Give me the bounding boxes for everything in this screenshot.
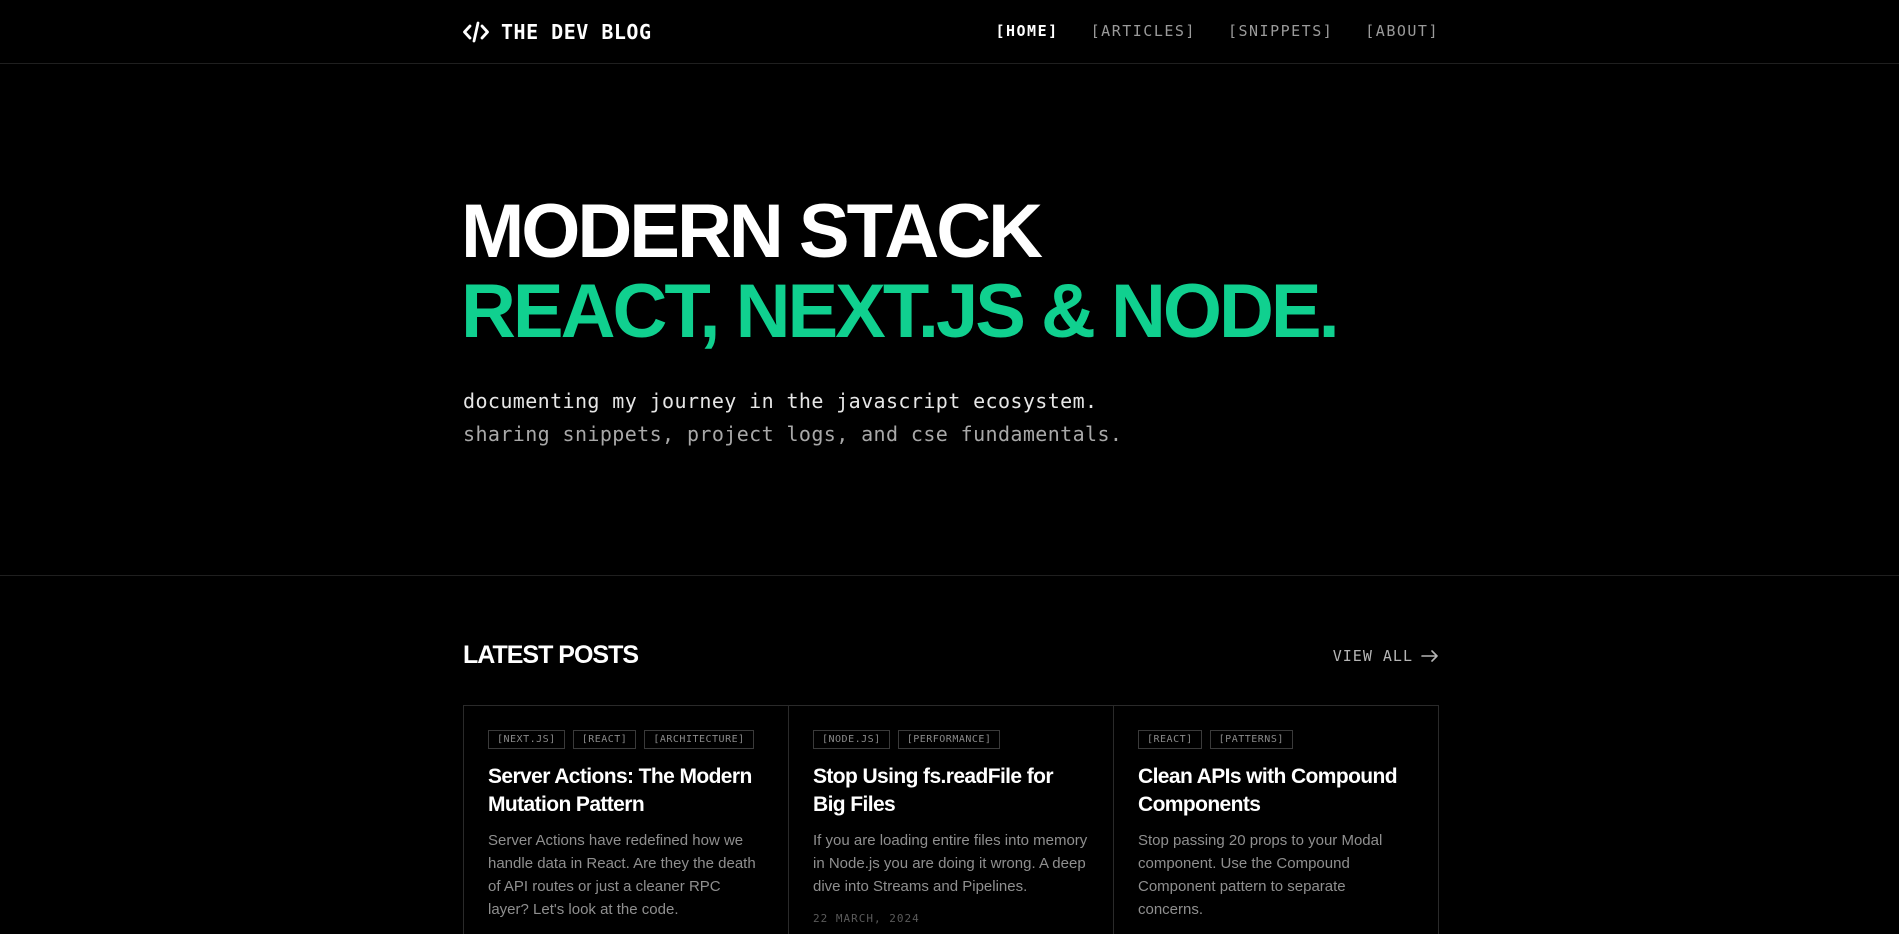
hero-subtitle: documenting my journey in the javascript… — [463, 385, 1122, 451]
post-excerpt: If you are loading entire files into mem… — [813, 832, 1088, 895]
brand-logo[interactable]: THE DEV BLOG — [463, 20, 652, 44]
post-title[interactable]: Server Actions: The Modern Mutation Patt… — [488, 763, 764, 819]
post-excerpt: Stop passing 20 props to your Modal comp… — [1138, 832, 1383, 918]
code-brackets-icon — [463, 21, 489, 43]
hero-subtitle-line2: sharing snippets, project logs, and cse … — [463, 422, 1123, 446]
arrow-right-icon — [1421, 650, 1438, 662]
view-all-label: VIEW ALL — [1332, 647, 1413, 665]
nav-links: [HOME] [ARTICLES] [SNIPPETS] [ABOUT] — [995, 22, 1439, 40]
post-tag[interactable]: [REACT] — [572, 730, 637, 749]
nav-item-about[interactable]: [ABOUT] — [1365, 22, 1439, 40]
post-card[interactable]: [NEXT.JS] [REACT] [ARCHITECTURE] Server … — [464, 706, 789, 934]
post-tag[interactable]: [NEXT.JS] — [488, 730, 565, 749]
page: THE DEV BLOG [HOME] [ARTICLES] [SNIPPETS… — [0, 0, 1899, 934]
nav-item-articles[interactable]: [ARTICLES] — [1091, 22, 1196, 40]
hero-title-line2: REACT, NEXT.JS & NODE. — [461, 269, 1340, 354]
post-card[interactable]: [REACT] [PATTERNS] Clean APIs with Compo… — [1114, 706, 1438, 934]
post-title[interactable]: Clean APIs with Compound Components — [1138, 763, 1414, 819]
nav-item-snippets[interactable]: [SNIPPETS] — [1228, 22, 1333, 40]
hero-subtitle-line1: documenting my journey in the javascript… — [463, 389, 1098, 413]
hero-title: MODERN STACK REACT, NEXT.JS & NODE. — [461, 189, 1340, 354]
post-tags: [REACT] [PATTERNS] — [1138, 730, 1414, 749]
post-tags: [NEXT.JS] [REACT] [ARCHITECTURE] — [488, 730, 764, 749]
posts-grid: [NEXT.JS] [REACT] [ARCHITECTURE] Server … — [463, 705, 1439, 934]
post-title[interactable]: Stop Using fs.readFile for Big Files — [813, 763, 1089, 819]
brand-name: THE DEV BLOG — [501, 20, 652, 44]
post-tag[interactable]: [PERFORMANCE] — [897, 730, 1001, 749]
post-tag[interactable]: [NODE.JS] — [813, 730, 890, 749]
post-tags: [NODE.JS] [PERFORMANCE] — [813, 730, 1089, 749]
hero-title-line1: MODERN STACK — [461, 189, 1043, 274]
latest-posts-heading: LATEST POSTS — [463, 641, 639, 669]
post-tag[interactable]: [PATTERNS] — [1209, 730, 1293, 749]
post-tag[interactable]: [REACT] — [1138, 730, 1202, 749]
post-tag[interactable]: [ARCHITECTURE] — [644, 730, 754, 749]
section-divider — [0, 575, 1899, 576]
post-card[interactable]: [NODE.JS] [PERFORMANCE] Stop Using fs.re… — [789, 706, 1114, 934]
top-navbar: THE DEV BLOG [HOME] [ARTICLES] [SNIPPETS… — [0, 0, 1899, 64]
post-excerpt: Server Actions have redefined how we han… — [488, 832, 756, 918]
post-date: 22 MARCH, 2024 — [813, 912, 920, 925]
nav-item-home[interactable]: [HOME] — [995, 22, 1058, 40]
view-all-link[interactable]: VIEW ALL — [1333, 647, 1439, 665]
